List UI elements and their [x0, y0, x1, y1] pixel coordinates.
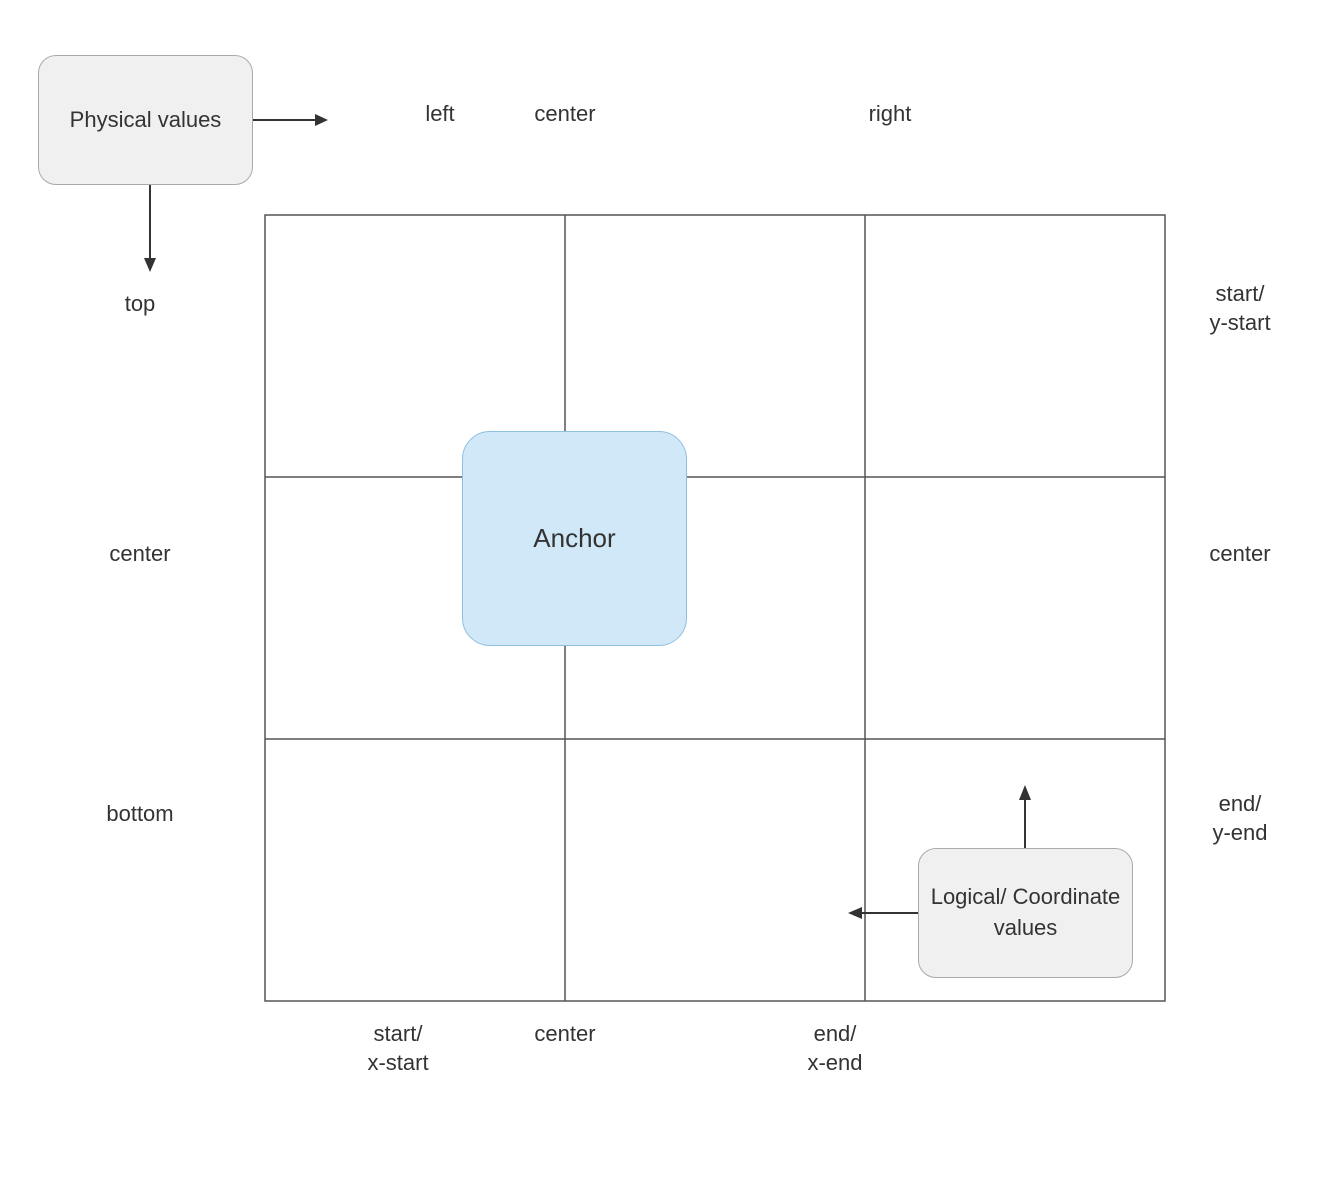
- physical-values-box: Physical values: [38, 55, 253, 185]
- logical-values-box: Logical/ Coordinate values: [918, 848, 1133, 978]
- col-label-x-center: center: [490, 1020, 640, 1049]
- row-label-center-physical: center: [40, 540, 240, 569]
- col-label-right: right: [790, 100, 990, 129]
- col-label-x-end: end/x-end: [740, 1020, 930, 1077]
- diagram-container: Physical values Logical/ Coordinate valu…: [0, 0, 1322, 1202]
- col-label-center-physical: center: [490, 100, 640, 129]
- row-label-y-start: start/y-start: [1175, 280, 1305, 337]
- col-label-x-start: start/x-start: [298, 1020, 498, 1077]
- row-label-top: top: [40, 290, 240, 319]
- anchor-box: Anchor: [462, 431, 687, 646]
- anchor-label: Anchor: [533, 523, 615, 554]
- row-label-y-end: end/y-end: [1175, 790, 1305, 847]
- logical-values-label: Logical/ Coordinate values: [919, 882, 1132, 944]
- physical-values-label: Physical values: [70, 105, 222, 136]
- row-label-y-center: center: [1175, 540, 1305, 569]
- row-label-bottom: bottom: [40, 800, 240, 829]
